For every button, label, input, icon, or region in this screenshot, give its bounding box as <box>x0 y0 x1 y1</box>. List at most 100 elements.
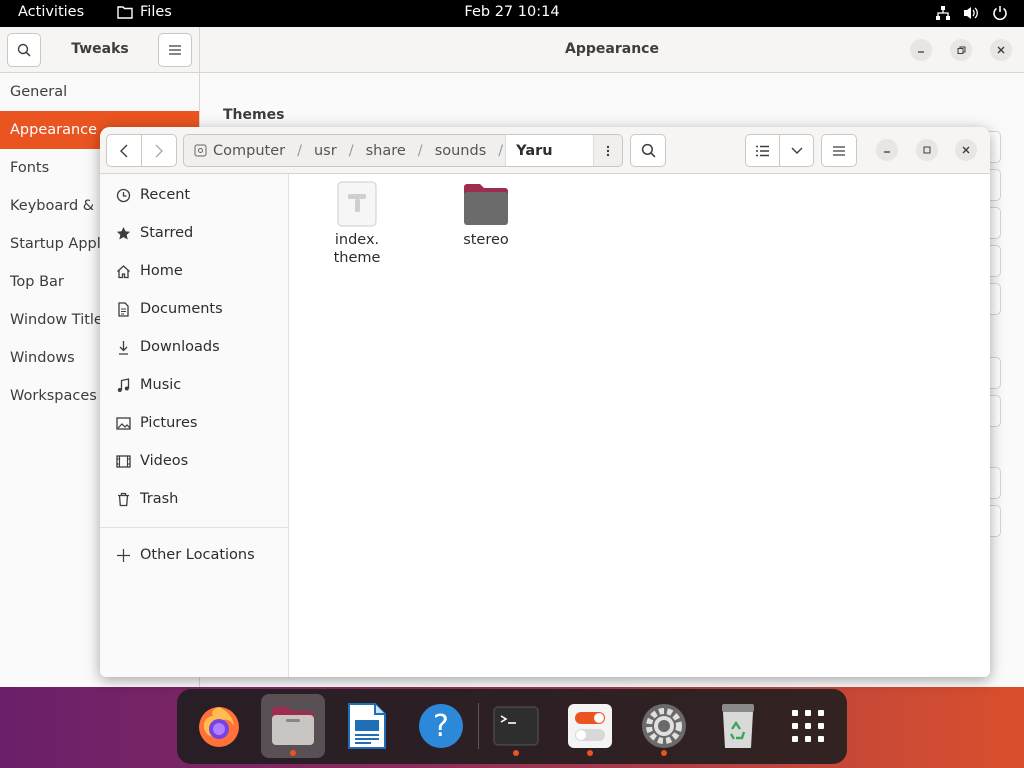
sidebar-item-music[interactable]: Music <box>100 366 288 404</box>
sidebar-item-trash[interactable]: Trash <box>100 480 288 518</box>
sidebar-item-pictures[interactable]: Pictures <box>100 404 288 442</box>
sidebar-item-label: Starred <box>140 225 194 241</box>
running-indicator <box>513 750 519 756</box>
tweaks-close-button[interactable] <box>990 39 1012 61</box>
picture-icon <box>115 415 131 431</box>
dock-settings[interactable] <box>632 694 696 758</box>
forward-button[interactable] <box>141 134 177 167</box>
sidebar-item-label: Downloads <box>140 339 220 355</box>
breadcrumb-separator: / <box>498 142 504 159</box>
files-maximize-button[interactable] <box>916 139 938 161</box>
breadcrumb-sounds[interactable]: sounds <box>425 135 497 166</box>
tweaks-sidebar-item-general[interactable]: General <box>0 73 199 111</box>
files-close-button[interactable] <box>955 139 977 161</box>
tweaks-restore-button[interactable] <box>950 39 972 61</box>
search-icon <box>641 143 655 158</box>
chevron-down-icon <box>791 147 802 154</box>
tweaks-menu-button[interactable] <box>158 33 192 67</box>
download-icon <box>115 339 131 355</box>
dock-firefox[interactable] <box>187 694 251 758</box>
sidebar-item-label: Videos <box>140 453 189 469</box>
hamburger-icon <box>833 145 845 156</box>
dock-terminal[interactable] <box>484 694 548 758</box>
breadcrumb-share[interactable]: share <box>356 135 416 166</box>
sidebar-item-documents[interactable]: Documents <box>100 290 288 328</box>
file-name-line1: index. <box>334 232 380 248</box>
file-item-index-theme[interactable]: index. theme <box>302 181 412 267</box>
drive-icon <box>194 144 207 157</box>
files-search-button[interactable] <box>630 134 666 167</box>
text-file-icon <box>337 181 377 227</box>
tweaks-headerbar: Tweaks Appearance <box>0 27 1024 73</box>
breadcrumb: Computer / usr / share / sounds / Yaru <box>183 134 623 167</box>
view-options-button[interactable] <box>779 134 814 167</box>
hamburger-icon <box>169 45 181 55</box>
breadcrumb-separator: / <box>417 142 423 159</box>
sidebar-item-starred[interactable]: Starred <box>100 214 288 252</box>
folder-item-stereo[interactable]: stereo <box>431 181 541 249</box>
gear-icon <box>642 704 686 748</box>
top-bar: Activities Files Feb 27 10:14 <box>0 0 1024 27</box>
power-icon <box>993 6 1007 21</box>
app-menu[interactable]: Files <box>117 4 172 20</box>
dock-show-applications[interactable] <box>776 694 840 758</box>
files-headerbar: Computer / usr / share / sounds / Yaru <box>100 127 990 174</box>
sidebar-item-downloads[interactable]: Downloads <box>100 328 288 366</box>
breadcrumb-computer[interactable]: Computer <box>184 135 295 166</box>
system-tray[interactable] <box>935 5 1008 21</box>
tweaks-minimize-button[interactable] <box>910 39 932 61</box>
breadcrumb-usr[interactable]: usr <box>304 135 347 166</box>
sidebar-item-recent[interactable]: Recent <box>100 176 288 214</box>
close-icon <box>997 46 1005 54</box>
plus-icon <box>115 547 131 563</box>
document-icon <box>115 301 131 317</box>
video-icon <box>115 453 131 469</box>
back-button[interactable] <box>106 134 142 167</box>
minimize-icon <box>884 151 890 153</box>
home-icon <box>115 263 131 279</box>
files-app-icon <box>272 707 314 745</box>
app-grid-icon <box>792 710 824 742</box>
vertical-ellipsis-icon <box>606 145 610 156</box>
sidebar-item-videos[interactable]: Videos <box>100 442 288 480</box>
terminal-icon <box>493 706 539 746</box>
chevron-right-icon <box>155 144 163 157</box>
app-menu-label: Files <box>140 4 172 20</box>
sidebar-item-label: Recent <box>140 187 191 203</box>
maximize-icon <box>923 146 931 154</box>
close-icon <box>962 146 970 154</box>
tweaks-page-title: Appearance <box>565 41 659 57</box>
dock-trash[interactable] <box>706 694 770 758</box>
folder-icon <box>117 6 133 19</box>
files-window: Computer / usr / share / sounds / Yaru R… <box>100 127 990 677</box>
view-list-button[interactable] <box>745 134 780 167</box>
breadcrumb-current[interactable]: Yaru <box>505 135 594 166</box>
themes-section-label: Themes <box>223 107 285 123</box>
help-icon: ? <box>419 704 463 748</box>
network-icon <box>936 6 950 20</box>
clock-icon <box>115 187 131 203</box>
dock-libreoffice-writer[interactable] <box>335 694 399 758</box>
files-minimize-button[interactable] <box>876 139 898 161</box>
dock: ? <box>177 689 847 764</box>
dock-help[interactable]: ? <box>409 694 473 758</box>
clock[interactable]: Feb 27 10:14 <box>464 4 559 20</box>
sidebar-item-label: Home <box>140 263 183 279</box>
dock-tweaks[interactable] <box>558 694 622 758</box>
writer-icon <box>348 703 386 749</box>
files-main-menu-button[interactable] <box>821 134 857 167</box>
trash-can-icon <box>722 704 754 748</box>
sidebar-item-home[interactable]: Home <box>100 252 288 290</box>
sidebar-item-label: Music <box>140 377 182 393</box>
file-name-line2: theme <box>333 250 381 266</box>
folder-menu-button[interactable] <box>594 135 622 166</box>
sidebar-item-other-locations[interactable]: Other Locations <box>100 536 288 574</box>
dock-files[interactable] <box>261 694 325 758</box>
activities-button[interactable]: Activities <box>18 4 84 20</box>
sidebar-item-label: Documents <box>140 301 223 317</box>
music-icon <box>115 377 131 393</box>
sidebar-item-label: Pictures <box>140 415 198 431</box>
running-indicator <box>587 750 593 756</box>
breadcrumb-separator: / <box>348 142 354 159</box>
trash-icon <box>115 491 131 507</box>
